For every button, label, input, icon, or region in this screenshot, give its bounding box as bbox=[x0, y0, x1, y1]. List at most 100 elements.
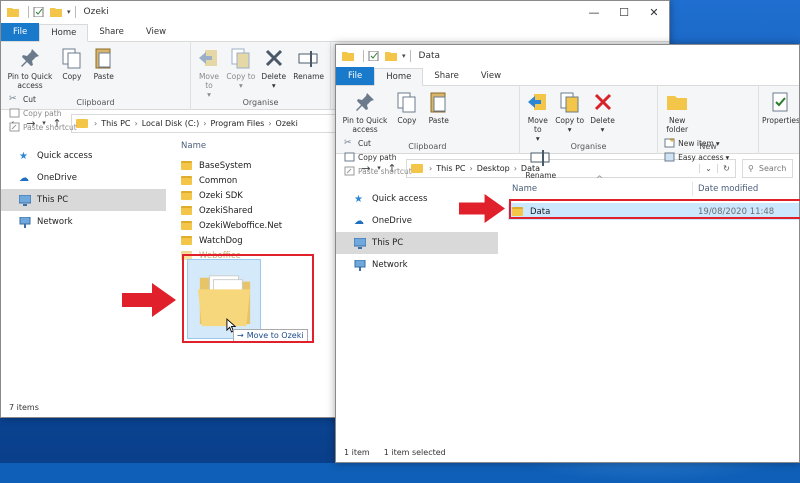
red-arrow-icon bbox=[459, 194, 505, 223]
organise-group: Move to ▾ Copy to ▾ Delete ▾ Rename Organis… bbox=[520, 86, 659, 180]
pin-icon bbox=[21, 49, 39, 67]
tab-file[interactable]: File bbox=[336, 67, 375, 85]
easy-access-button[interactable]: Easy access ▾ bbox=[664, 150, 729, 164]
tab-share[interactable]: Share bbox=[88, 23, 135, 41]
rename-icon bbox=[298, 51, 318, 67]
new-folder-icon[interactable] bbox=[385, 51, 397, 61]
tab-home[interactable]: Home bbox=[374, 68, 424, 86]
pin-icon bbox=[356, 93, 374, 111]
paste-button[interactable]: Paste bbox=[424, 88, 454, 125]
list-item[interactable]: BaseSystem bbox=[181, 158, 341, 173]
nav-onedrive[interactable]: ☁ OneDrive bbox=[1, 167, 166, 189]
search-box[interactable]: ⚲ Search bbox=[742, 158, 793, 178]
quick-access-dropdown-icon[interactable]: ▾ bbox=[67, 8, 71, 16]
nav-this-pc[interactable]: This PC bbox=[1, 189, 166, 211]
folder-icon bbox=[181, 221, 192, 230]
list-item[interactable]: OzekiShared bbox=[181, 203, 341, 218]
list-item[interactable]: Ozeki SDK bbox=[181, 188, 341, 203]
delete-icon bbox=[594, 93, 611, 111]
delete-button[interactable]: Delete ▾ bbox=[259, 44, 289, 90]
column-header-name[interactable]: Name bbox=[512, 184, 537, 194]
ribbon: Pin to Quick access Copy Paste ✂ Cut Copy… bbox=[336, 86, 799, 180]
pin-quick-access-button[interactable]: Pin to Quick access bbox=[5, 44, 55, 90]
nav-this-pc[interactable]: This PC bbox=[336, 232, 498, 254]
maximize-button[interactable]: ☐ bbox=[609, 1, 639, 23]
list-item[interactable]: Common bbox=[181, 173, 341, 188]
paste-button[interactable]: Paste bbox=[89, 44, 119, 81]
copy-button[interactable]: Copy bbox=[58, 44, 86, 81]
clipboard-group-label: Clipboard bbox=[76, 98, 115, 107]
copy-icon bbox=[397, 92, 416, 113]
ribbon-tabs: File Home Share View bbox=[336, 67, 799, 86]
nav-network[interactable]: Network bbox=[336, 254, 498, 276]
column-header-name[interactable]: Name bbox=[181, 136, 341, 156]
breadcrumb-program-files[interactable]: Program Files bbox=[210, 119, 264, 128]
highlight-box-drag bbox=[182, 254, 314, 343]
quick-access-dropdown-icon[interactable]: ▾ bbox=[402, 52, 406, 60]
copy-to-button[interactable]: Copy to ▾ bbox=[226, 44, 256, 90]
folder-icon bbox=[181, 236, 192, 245]
copy-button[interactable]: Copy bbox=[393, 88, 421, 125]
copy-path-button[interactable]: Copy path bbox=[344, 150, 412, 164]
minimize-button[interactable]: — bbox=[579, 1, 609, 23]
tab-share[interactable]: Share bbox=[423, 67, 470, 85]
nav-network[interactable]: Network bbox=[1, 211, 166, 233]
breadcrumb-this-pc[interactable]: This PC bbox=[101, 119, 130, 128]
move-to-icon bbox=[199, 50, 217, 66]
chevron-down-icon: ▾ bbox=[600, 125, 605, 134]
status-bar: 1 item 1 item selected bbox=[336, 442, 799, 462]
highlight-box-data-row bbox=[509, 199, 800, 219]
network-icon bbox=[19, 216, 31, 228]
network-icon bbox=[354, 259, 366, 271]
tab-file[interactable]: File bbox=[1, 23, 40, 41]
column-header-date[interactable]: Date modified bbox=[698, 184, 758, 194]
status-item-count: 1 item bbox=[344, 447, 370, 457]
tab-home[interactable]: Home bbox=[39, 24, 89, 42]
move-to-icon bbox=[527, 94, 546, 110]
move-to-button[interactable]: Move to ▾ bbox=[524, 88, 552, 143]
copy-path-icon bbox=[344, 152, 355, 162]
properties-icon[interactable] bbox=[33, 7, 45, 17]
paste-shortcut-button[interactable]: Paste shortcut bbox=[9, 120, 77, 134]
copy-path-button[interactable]: Copy path bbox=[9, 106, 77, 120]
breadcrumb-desktop[interactable]: Desktop bbox=[477, 164, 510, 173]
move-to-button[interactable]: Move to ▾ bbox=[195, 44, 223, 99]
properties-icon[interactable] bbox=[368, 51, 380, 61]
copy-icon bbox=[62, 48, 81, 69]
tab-view[interactable]: View bbox=[135, 23, 177, 41]
nav-quick-access[interactable]: ★ Quick access bbox=[1, 145, 166, 167]
easy-access-icon bbox=[664, 152, 675, 162]
tab-view[interactable]: View bbox=[470, 67, 512, 85]
paste-icon bbox=[95, 48, 111, 69]
paste-shortcut-icon bbox=[9, 122, 20, 132]
properties-icon bbox=[772, 92, 788, 112]
list-item[interactable]: WatchDog bbox=[181, 233, 341, 248]
breadcrumb-local-disk[interactable]: Local Disk (C:) bbox=[142, 119, 200, 128]
paste-shortcut-button[interactable]: Paste shortcut bbox=[344, 164, 412, 178]
new-folder-button[interactable]: New folder bbox=[662, 88, 692, 134]
clipboard-group-label: Clipboard bbox=[408, 142, 447, 151]
folder-icon bbox=[181, 161, 192, 170]
folder-icon bbox=[181, 206, 192, 215]
column-headers: Name ^ Date modified bbox=[508, 175, 799, 199]
cloud-icon: ☁ bbox=[354, 215, 364, 227]
rename-button[interactable]: Rename bbox=[292, 44, 326, 81]
new-folder-icon[interactable] bbox=[50, 7, 62, 17]
close-button[interactable]: ✕ bbox=[639, 1, 669, 23]
address-dropdown-icon[interactable]: ⌄ bbox=[699, 163, 717, 173]
list-item[interactable]: OzekiWeboffice.Net bbox=[181, 218, 341, 233]
title-bar: ▾ Data bbox=[336, 45, 799, 67]
pin-quick-access-button[interactable]: Pin to Quick access bbox=[340, 88, 390, 134]
refresh-icon[interactable]: ↻ bbox=[717, 163, 735, 173]
breadcrumb-this-pc[interactable]: This PC bbox=[436, 164, 465, 173]
breadcrumb-ozeki[interactable]: Ozeki bbox=[276, 119, 298, 128]
copy-to-icon bbox=[560, 92, 579, 113]
copy-to-button[interactable]: Copy to ▾ bbox=[555, 88, 585, 134]
new-folder-icon bbox=[667, 96, 688, 110]
status-selected: 1 item selected bbox=[383, 447, 446, 457]
delete-button[interactable]: Delete ▾ bbox=[588, 88, 618, 134]
open-group: Properties bbox=[759, 86, 799, 154]
new-group: New folder New item ▾ Easy access ▾ New bbox=[658, 86, 759, 162]
sort-chevron-icon: ^ bbox=[596, 175, 604, 185]
properties-button[interactable]: Properties bbox=[762, 88, 799, 125]
